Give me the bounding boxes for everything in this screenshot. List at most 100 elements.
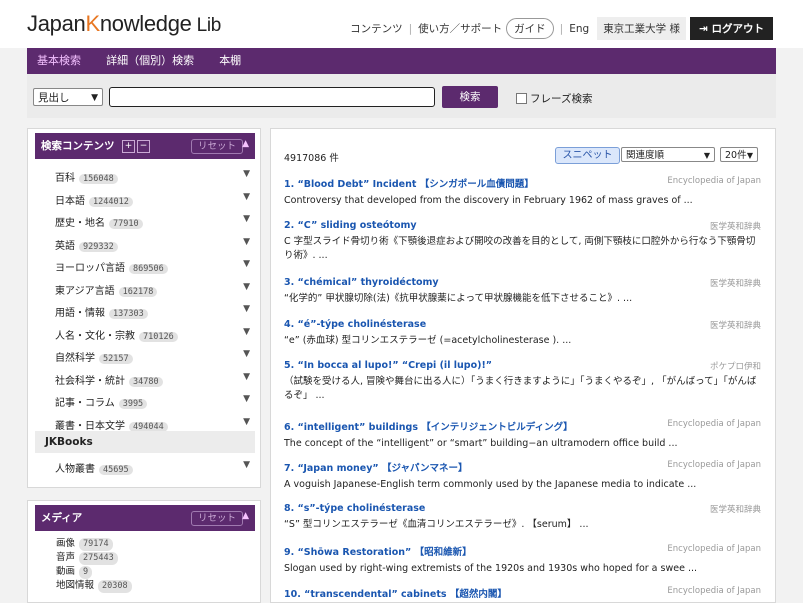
content-filter-panel: 検索コンテンツ + − リセット ▲ 百科 156048 ▼ 日本語 1244012 ▼… bbox=[27, 128, 261, 488]
category-item[interactable]: 百科 156048 ▼ bbox=[35, 165, 255, 188]
result-item: 1. “Blood Debt” Incident 【シンガポール血債問題】 En… bbox=[284, 176, 761, 208]
result-snippet: （試験を受ける人, 冒険や舞台に出る人に）「うまく行きますように」「うまくやるぞ… bbox=[284, 376, 757, 401]
result-source: Encyclopedia of Japan bbox=[667, 460, 761, 470]
chevron-down-icon: ▼ bbox=[703, 151, 710, 160]
tab-bookshelf[interactable]: 本棚 bbox=[209, 48, 251, 74]
chevron-down-icon[interactable]: ▼ bbox=[243, 327, 250, 337]
category-item[interactable]: 歴史・地名 77910 ▼ bbox=[35, 210, 255, 233]
search-field-select[interactable]: 見出し ▼ bbox=[33, 88, 103, 106]
per-page-select[interactable]: 20件 ▼ bbox=[720, 147, 758, 162]
result-source: Encyclopedia of Japan bbox=[667, 419, 761, 429]
media-list: 画像 79174 音声 275443 動画 9 地図情報 20308 bbox=[56, 537, 132, 593]
count-badge: 52157 bbox=[99, 354, 133, 364]
category-item[interactable]: 社会科学・統計 34780 ▼ bbox=[35, 368, 255, 391]
chevron-down-icon[interactable]: ▼ bbox=[243, 460, 250, 470]
result-title-link[interactable]: 4. “é”-týpe cholinésterase bbox=[284, 319, 761, 330]
phrase-search-option[interactable]: フレーズ検索 bbox=[516, 91, 592, 106]
chevron-down-icon[interactable]: ▼ bbox=[243, 169, 250, 179]
result-item: 2. “C” sliding osteótomy 医学英和辞典 C 字型スライド… bbox=[284, 220, 761, 263]
media-item[interactable]: 音声 275443 bbox=[56, 551, 132, 565]
content-panel-title: 検索コンテンツ bbox=[41, 140, 115, 152]
chevron-down-icon[interactable]: ▼ bbox=[243, 417, 250, 427]
result-source: 医学英和辞典 bbox=[709, 505, 761, 515]
count-badge: 137303 bbox=[109, 309, 148, 319]
support-link[interactable]: 使い方／サポート bbox=[418, 21, 502, 36]
result-snippet: “e” (赤血球) 型コリンエステラーゼ (=acetylcholinester… bbox=[284, 335, 572, 346]
result-source: Encyclopedia of Japan bbox=[667, 544, 761, 554]
result-source: 医学英和辞典 bbox=[709, 222, 761, 232]
count-badge: 869506 bbox=[129, 264, 168, 274]
logout-button[interactable]: ⇥ ログアウト bbox=[690, 17, 773, 40]
collapse-panel-icon[interactable]: ▲ bbox=[242, 511, 249, 521]
category-item[interactable]: 自然科学 52157 ▼ bbox=[35, 345, 255, 368]
chevron-down-icon[interactable]: ▼ bbox=[243, 394, 250, 404]
chevron-down-icon[interactable]: ▼ bbox=[243, 237, 250, 247]
category-item[interactable]: 日本語 1244012 ▼ bbox=[35, 188, 255, 211]
expand-all-icon[interactable]: + bbox=[122, 140, 135, 153]
site-logo[interactable]: JapanKnowledge Lib bbox=[27, 11, 221, 37]
count-badge: 1244012 bbox=[89, 196, 133, 207]
snippet-toggle-button[interactable]: スニペット bbox=[555, 147, 620, 164]
search-button[interactable]: 検索 bbox=[442, 86, 498, 108]
count-badge: 156048 bbox=[79, 174, 118, 184]
chevron-down-icon[interactable]: ▼ bbox=[243, 259, 250, 269]
media-reset-button[interactable]: リセット bbox=[191, 511, 244, 526]
guide-button[interactable]: ガイド bbox=[506, 18, 554, 39]
result-source: 医学英和辞典 bbox=[709, 321, 761, 331]
media-item[interactable]: 画像 79174 bbox=[56, 537, 132, 551]
result-snippet: A voguish Japanese-English term commonly… bbox=[284, 479, 697, 490]
institution-name: 東京工業大学 様 bbox=[597, 17, 687, 40]
tab-basic-search[interactable]: 基本検索 bbox=[27, 48, 91, 74]
collapse-all-icon[interactable]: − bbox=[137, 140, 150, 153]
result-snippet: “化学的” 甲状腺切除(法)《抗甲状腺薬によって甲状腺機能を低下させること》. … bbox=[284, 293, 633, 304]
contents-link[interactable]: コンテンツ bbox=[350, 21, 403, 36]
count-badge: 45695 bbox=[99, 465, 133, 475]
media-item[interactable]: 動画 9 bbox=[56, 565, 132, 579]
count-badge: 494044 bbox=[129, 421, 168, 432]
category-item[interactable]: 人名・文化・宗教 710126 ▼ bbox=[35, 323, 255, 346]
jkbooks-section-title: JKBooks bbox=[35, 431, 255, 453]
phrase-search-checkbox[interactable] bbox=[516, 93, 527, 104]
content-reset-button[interactable]: リセット bbox=[191, 139, 244, 154]
result-item: 9. “Shōwa Restoration” 【昭和維新】 Encycloped… bbox=[284, 544, 761, 576]
category-list: 百科 156048 ▼ 日本語 1244012 ▼ 歴史・地名 77910 ▼ 英語 9293… bbox=[35, 165, 255, 435]
result-count: 4917086 件 bbox=[284, 153, 339, 164]
category-item[interactable]: 記事・コラム 3995 ▼ bbox=[35, 390, 255, 413]
result-source: Encyclopedia of Japan bbox=[667, 586, 761, 596]
media-item[interactable]: 地図情報 20308 bbox=[56, 579, 132, 593]
result-snippet: C 字型スライド骨切り術《下顎後退症および開咬の改善を目的として, 両側下顎枝に… bbox=[284, 236, 756, 261]
count-badge: 9 bbox=[79, 566, 93, 579]
collapse-panel-icon[interactable]: ▲ bbox=[242, 139, 249, 149]
category-item[interactable]: 人物叢書 45695 ▼ bbox=[35, 459, 255, 479]
result-source: Encyclopedia of Japan bbox=[667, 176, 761, 186]
english-link[interactable]: Eng bbox=[569, 23, 589, 35]
count-badge: 79174 bbox=[79, 538, 113, 551]
category-item[interactable]: 英語 929332 ▼ bbox=[35, 233, 255, 256]
chevron-down-icon[interactable]: ▼ bbox=[243, 304, 250, 314]
chevron-down-icon[interactable]: ▼ bbox=[243, 349, 250, 359]
category-item[interactable]: ヨーロッパ言語 869506 ▼ bbox=[35, 255, 255, 278]
count-badge: 162178 bbox=[118, 286, 158, 297]
category-item[interactable]: 東アジア言語 162178 ▼ bbox=[35, 278, 255, 301]
category-item[interactable]: 用語・情報 137303 ▼ bbox=[35, 300, 255, 323]
chevron-down-icon[interactable]: ▼ bbox=[243, 214, 250, 224]
chevron-down-icon[interactable]: ▼ bbox=[243, 192, 250, 202]
chevron-down-icon[interactable]: ▼ bbox=[243, 372, 250, 382]
result-item: 7. “Japan money” 【ジャパンマネー】 Encyclopedia … bbox=[284, 460, 761, 492]
result-title-link[interactable]: 8. “s”-týpe cholinésterase bbox=[284, 503, 761, 514]
result-title-link[interactable]: 3. “chémical” thyroidéctomy bbox=[284, 277, 761, 288]
media-panel-header: メディア リセット ▲ bbox=[35, 505, 255, 531]
search-input[interactable] bbox=[109, 87, 435, 107]
count-badge: 77910 bbox=[109, 219, 143, 229]
result-snippet: “S” 型コリンエステラーゼ《血清コリンエステラーゼ》. 【serum】 ... bbox=[284, 519, 589, 530]
top-links: コンテンツ | 使い方／サポート ガイド | Eng 東京工業大学 様 ⇥ ログ… bbox=[350, 17, 773, 40]
count-badge: 710126 bbox=[139, 331, 178, 342]
media-panel-title: メディア bbox=[41, 512, 83, 524]
result-title-link[interactable]: 2. “C” sliding osteótomy bbox=[284, 220, 761, 231]
tab-advanced-search[interactable]: 詳細（個別）検索 bbox=[96, 48, 204, 74]
chevron-down-icon[interactable]: ▼ bbox=[243, 282, 250, 292]
sort-select[interactable]: 関連度順 ▼ bbox=[621, 147, 715, 162]
count-badge: 3995 bbox=[118, 399, 148, 409]
result-title-link[interactable]: 5. “In bocca al lupo!” “Crepi (il lupo)!… bbox=[284, 360, 761, 371]
logout-icon: ⇥ bbox=[699, 23, 712, 35]
